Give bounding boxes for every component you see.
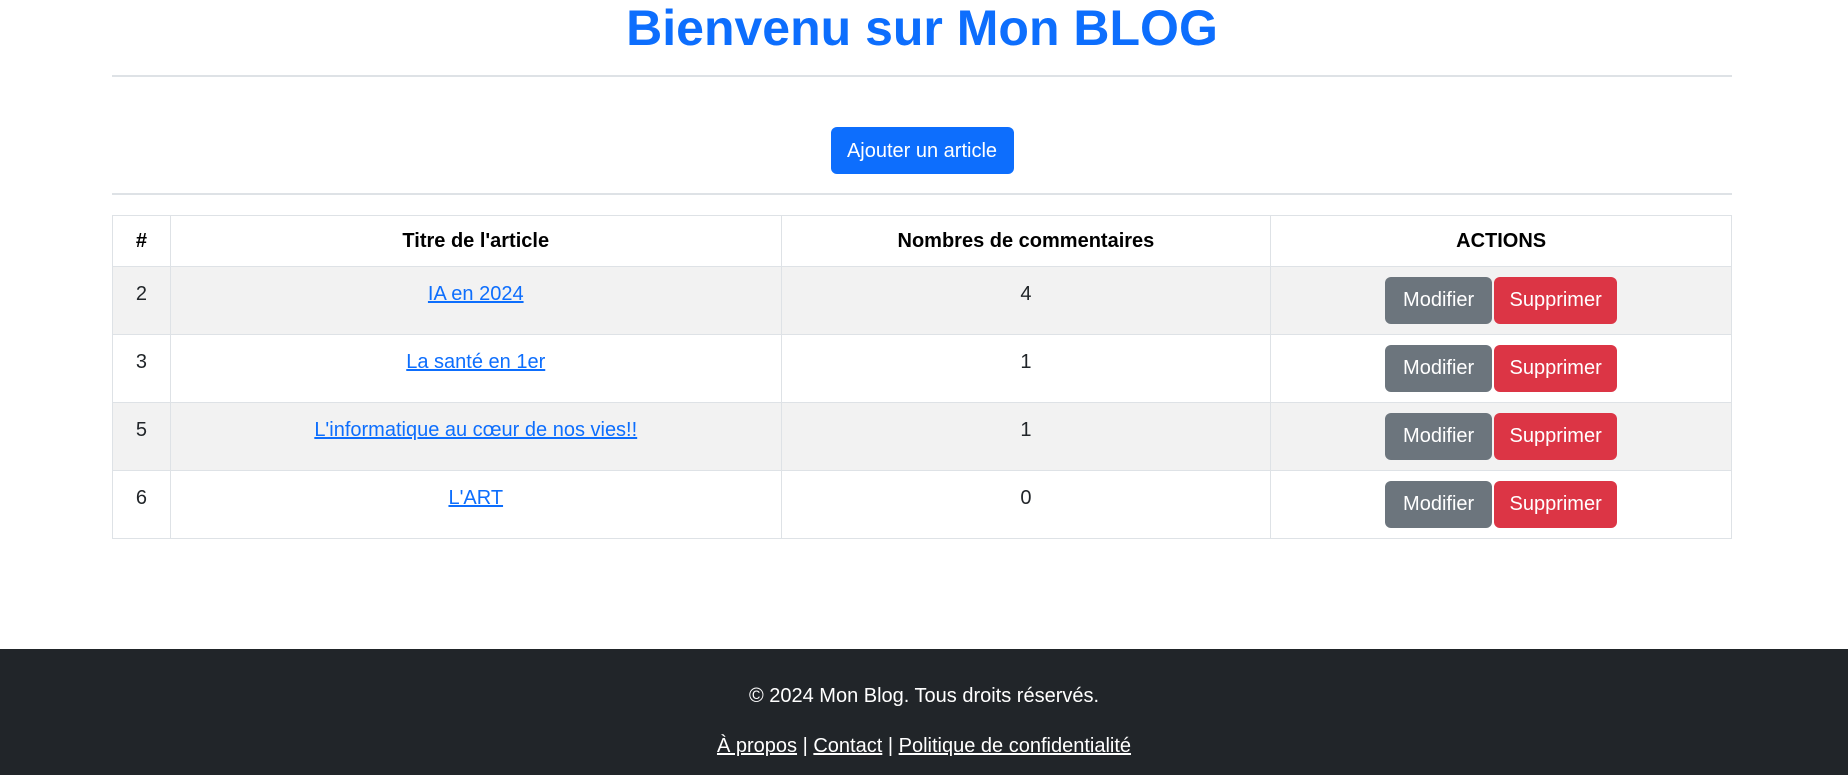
comment-count: 0 <box>1020 487 1032 509</box>
footer: © 2024 Mon Blog. Tous droits réservés. À… <box>0 649 1848 775</box>
row-comments-cell: 1 <box>780 402 1272 471</box>
row-title-cell: IA en 2024 <box>169 266 782 335</box>
footer-separator: | <box>802 735 808 757</box>
row-comments-cell: 1 <box>780 334 1272 403</box>
add-article-button[interactable]: Ajouter un article <box>830 127 1014 174</box>
page-title: Bienvenu sur Mon BLOG <box>626 0 1218 56</box>
column-header-actions: ACTIONS <box>1270 215 1732 267</box>
column-header-title: Titre de l'article <box>169 215 782 267</box>
row-comments-cell: 4 <box>780 266 1272 335</box>
delete-button[interactable]: Supprimer <box>1494 277 1618 324</box>
footer-links: À propos | Contact | Politique de confid… <box>0 734 1848 758</box>
article-title-link[interactable]: L'informatique au cœur de nos vies!! <box>314 419 637 441</box>
articles-table: # Titre de l'article Nombres de commenta… <box>112 215 1732 539</box>
comment-count: 4 <box>1020 283 1032 305</box>
table-row: 6 L'ART 0 Modifier Supprimer <box>112 470 1732 539</box>
row-id-cell: 5 <box>112 402 171 471</box>
row-comments-cell: 0 <box>780 470 1272 539</box>
row-id-cell: 6 <box>112 470 171 539</box>
column-header-id: # <box>112 215 171 267</box>
copyright-text: © 2024 Mon Blog. Tous droits réservés. <box>748 685 1100 707</box>
delete-button[interactable]: Supprimer <box>1494 413 1618 460</box>
delete-button[interactable]: Supprimer <box>1494 345 1618 392</box>
row-actions-cell: Modifier Supprimer <box>1270 334 1732 403</box>
footer-link-about[interactable]: À propos <box>717 735 797 757</box>
comment-count: 1 <box>1020 419 1032 441</box>
row-actions-cell: Modifier Supprimer <box>1270 470 1732 539</box>
footer-link-contact[interactable]: Contact <box>813 735 882 757</box>
row-actions-cell: Modifier Supprimer <box>1270 402 1732 471</box>
edit-button[interactable]: Modifier <box>1385 345 1493 392</box>
column-header-comments: Nombres de commentaires <box>780 215 1272 267</box>
row-id: 3 <box>135 351 148 373</box>
table-row: 5 L'informatique au cœur de nos vies!! 1… <box>112 402 1732 471</box>
row-id: 5 <box>135 419 148 441</box>
table-header-row: # Titre de l'article Nombres de commenta… <box>112 215 1732 267</box>
article-title-link[interactable]: L'ART <box>448 487 503 509</box>
edit-button[interactable]: Modifier <box>1385 413 1493 460</box>
row-id-cell: 2 <box>112 266 171 335</box>
row-title-cell: L'informatique au cœur de nos vies!! <box>169 402 782 471</box>
footer-separator: | <box>887 735 894 757</box>
edit-button[interactable]: Modifier <box>1385 481 1493 528</box>
row-actions-cell: Modifier Supprimer <box>1270 266 1732 335</box>
row-id: 6 <box>135 487 148 509</box>
row-id-cell: 3 <box>112 334 171 403</box>
divider-top <box>112 75 1732 77</box>
divider-bottom <box>112 193 1732 195</box>
row-id: 2 <box>135 283 148 305</box>
table-row: 3 La santé en 1er 1 Modifier Supprimer <box>112 334 1732 403</box>
table-row: 2 IA en 2024 4 Modifier Supprimer <box>112 266 1732 335</box>
main-container: Bienvenu sur Mon BLOG Ajouter un article… <box>112 0 1732 539</box>
footer-link-privacy[interactable]: Politique de confidentialité <box>899 735 1131 757</box>
comment-count: 1 <box>1020 351 1032 373</box>
article-title-link[interactable]: IA en 2024 <box>428 283 524 305</box>
edit-button[interactable]: Modifier <box>1385 277 1493 324</box>
article-title-link[interactable]: La santé en 1er <box>406 351 545 373</box>
add-article-wrap: Ajouter un article <box>112 127 1732 174</box>
row-title-cell: L'ART <box>169 470 782 539</box>
row-title-cell: La santé en 1er <box>169 334 782 403</box>
delete-button[interactable]: Supprimer <box>1494 481 1618 528</box>
